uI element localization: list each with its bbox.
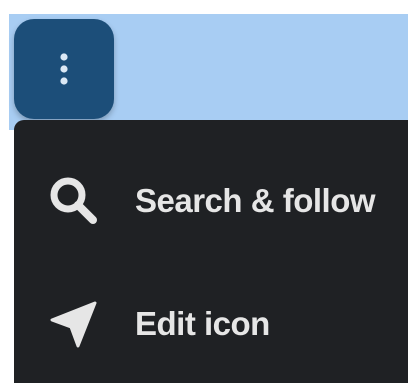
context-menu: Search & follow Edit icon bbox=[14, 120, 408, 383]
menu-item-edit-icon[interactable]: Edit icon bbox=[14, 279, 408, 369]
navigation-arrow-icon bbox=[42, 292, 106, 356]
more-vert-icon bbox=[60, 53, 68, 85]
menu-item-search-follow[interactable]: Search & follow bbox=[14, 156, 408, 246]
menu-item-label: Search & follow bbox=[135, 182, 376, 219]
menu-item-label: Edit icon bbox=[135, 305, 270, 342]
screen: Search & follow Edit icon bbox=[0, 0, 408, 383]
more-options-button[interactable] bbox=[14, 19, 114, 119]
search-icon bbox=[42, 169, 106, 233]
